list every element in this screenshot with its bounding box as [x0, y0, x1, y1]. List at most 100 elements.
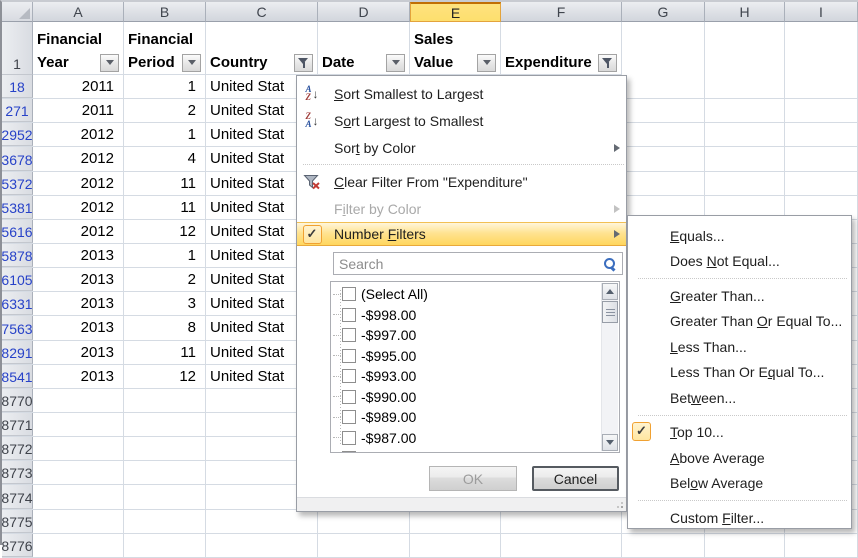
row-header[interactable]: 8776 — [2, 534, 33, 557]
checkbox[interactable] — [342, 451, 356, 453]
cell[interactable]: 1 — [124, 244, 206, 267]
cell[interactable]: 2012 — [33, 220, 124, 243]
checkbox[interactable] — [342, 328, 356, 342]
cell[interactable] — [124, 461, 206, 484]
cell[interactable] — [124, 413, 206, 436]
submenu-item[interactable]: Equals... — [628, 223, 851, 249]
cell[interactable] — [501, 510, 622, 533]
menu-item[interactable]: Sort by Color — [297, 134, 626, 161]
filter-value-item[interactable]: -$987.00 — [331, 428, 601, 449]
cell[interactable] — [318, 534, 410, 557]
menu-item[interactable]: Clear Filter From "Expenditure" — [297, 168, 626, 195]
cell[interactable]: 11 — [124, 341, 206, 364]
cell[interactable] — [124, 510, 206, 533]
cell[interactable] — [622, 123, 705, 146]
scrollbar-thumb[interactable] — [602, 301, 618, 323]
cell[interactable] — [705, 22, 785, 75]
cell[interactable] — [33, 510, 124, 533]
column-header-h[interactable]: H — [705, 2, 785, 22]
autofilter-active-button[interactable] — [598, 54, 617, 72]
row-header[interactable]: 8291 — [2, 341, 33, 364]
cell[interactable] — [622, 147, 705, 170]
row-header[interactable]: 7563 — [2, 316, 33, 339]
cell[interactable]: 2013 — [33, 365, 124, 388]
menu-item[interactable]: ZA↓Sort Largest to Smallest — [297, 107, 626, 134]
cell[interactable] — [705, 99, 785, 122]
cell-c1[interactable]: Country — [206, 22, 318, 75]
filter-value-item[interactable]: -$997.00 — [331, 325, 601, 346]
row-header[interactable]: 6331 — [2, 292, 33, 315]
cell[interactable] — [410, 534, 501, 557]
cell[interactable] — [622, 99, 705, 122]
autofilter-dropdown-button[interactable] — [386, 54, 405, 72]
cell[interactable] — [33, 485, 124, 508]
row-header[interactable]: 6105 — [2, 268, 33, 291]
cell[interactable]: 4 — [124, 147, 206, 170]
cell-b1[interactable]: Financial Period — [124, 22, 206, 75]
cell[interactable]: 12 — [124, 365, 206, 388]
cell[interactable] — [33, 389, 124, 412]
filter-value-item[interactable]: -$989.00 — [331, 407, 601, 428]
cell[interactable] — [33, 534, 124, 557]
submenu-item[interactable]: Greater Than... — [628, 283, 851, 309]
cell[interactable]: 2011 — [33, 99, 124, 122]
filter-value-item[interactable]: -$998.00 — [331, 305, 601, 326]
checkbox[interactable] — [342, 390, 356, 404]
cell[interactable]: 2012 — [33, 123, 124, 146]
resize-grip-icon[interactable] — [621, 506, 623, 508]
cell[interactable]: 2013 — [33, 292, 124, 315]
ok-button[interactable]: OK — [429, 466, 517, 491]
cell[interactable]: 1 — [124, 75, 206, 98]
cell[interactable]: 2013 — [33, 268, 124, 291]
menu-item[interactable]: Filter by Color — [297, 195, 626, 222]
filter-value-item[interactable]: -$990.00 — [331, 387, 601, 408]
row-header[interactable]: 5372 — [2, 172, 33, 195]
cell[interactable] — [785, 75, 858, 98]
cell-a1[interactable]: Financial Year — [33, 22, 124, 75]
autofilter-active-button[interactable] — [294, 54, 313, 72]
filter-value-item[interactable]: -$993.00 — [331, 366, 601, 387]
cell[interactable] — [785, 123, 858, 146]
cancel-button[interactable]: Cancel — [532, 466, 619, 491]
cell[interactable] — [622, 534, 705, 557]
cell[interactable]: 2013 — [33, 244, 124, 267]
submenu-item[interactable]: Between... — [628, 385, 851, 411]
cell[interactable] — [785, 99, 858, 122]
row-header[interactable]: 8770 — [2, 389, 33, 412]
scroll-down-button[interactable] — [602, 434, 618, 451]
submenu-item[interactable]: Above Average — [628, 445, 851, 471]
cell[interactable]: 8 — [124, 316, 206, 339]
row-header[interactable]: 18 — [2, 75, 33, 98]
cell-f1[interactable]: Expenditure — [501, 22, 622, 75]
submenu-item[interactable]: Below Average — [628, 471, 851, 497]
row-header[interactable]: 8775 — [2, 510, 33, 533]
cell[interactable] — [410, 510, 501, 533]
submenu-item[interactable]: Custom Filter... — [628, 505, 851, 531]
cell[interactable] — [785, 147, 858, 170]
cell[interactable] — [124, 485, 206, 508]
cell[interactable]: 2013 — [33, 341, 124, 364]
cell[interactable] — [124, 389, 206, 412]
column-header-e[interactable]: E — [410, 2, 501, 22]
cell[interactable]: 3 — [124, 292, 206, 315]
row-header[interactable]: 271 — [2, 99, 33, 122]
cell[interactable] — [705, 123, 785, 146]
row-header[interactable]: 8774 — [2, 485, 33, 508]
checkbox[interactable] — [342, 308, 356, 322]
cell[interactable] — [785, 534, 858, 557]
cell[interactable] — [33, 437, 124, 460]
submenu-item[interactable]: ✓Top 10... — [628, 420, 851, 446]
submenu-item[interactable]: Greater Than Or Equal To... — [628, 309, 851, 335]
cell[interactable]: 11 — [124, 196, 206, 219]
cell-d1[interactable]: Date — [318, 22, 410, 75]
checkbox[interactable] — [342, 287, 356, 301]
cell[interactable] — [501, 534, 622, 557]
column-header-g[interactable]: G — [622, 2, 705, 22]
cell[interactable]: 2 — [124, 99, 206, 122]
submenu-item[interactable]: Less Than... — [628, 334, 851, 360]
row-header[interactable]: 2952 — [2, 123, 33, 146]
cell[interactable]: 2012 — [33, 196, 124, 219]
cell[interactable]: 2012 — [33, 172, 124, 195]
row-header[interactable]: 5616 — [2, 220, 33, 243]
column-header-d[interactable]: D — [318, 2, 410, 22]
